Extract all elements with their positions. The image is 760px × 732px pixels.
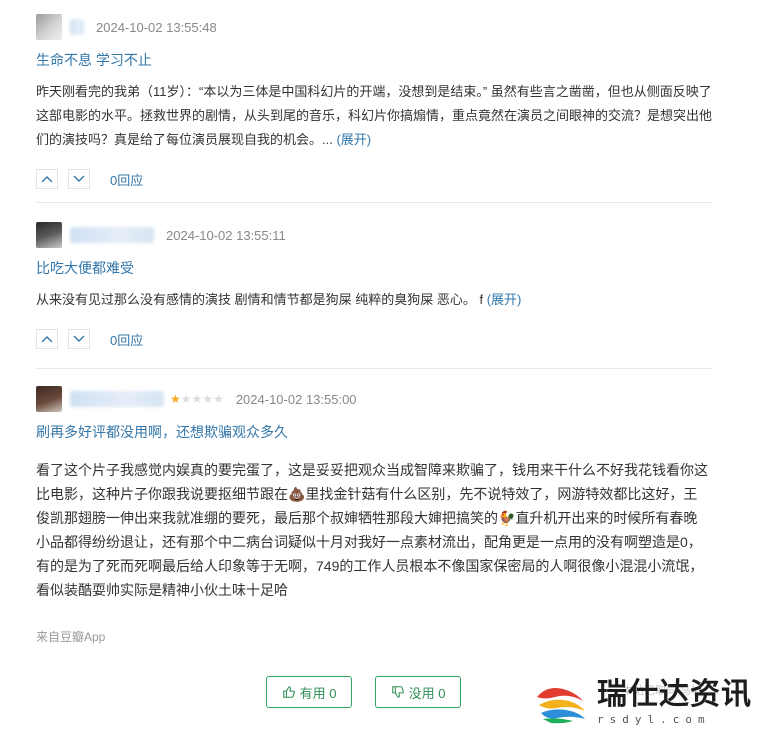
review-text: 从来没有见过那么没有感情的演技 剧情和情节都是狗屎 纯粹的臭狗屎 恶心。 f (…	[36, 288, 712, 312]
review-header: 2024-10-02 13:55:11	[36, 222, 712, 248]
review-time: 2024-10-02 13:55:48	[96, 19, 217, 35]
watermark-text: 瑞仕达资讯 rsdyl.com	[597, 677, 752, 727]
expand-link[interactable]: (展开)	[336, 132, 371, 147]
vote-row: 0回应	[36, 168, 712, 190]
star-empty-icon: ★	[191, 392, 203, 406]
review-line: 看似装酷耍帅实际是精神小伙土味十足哈	[36, 582, 288, 598]
review-2: 2024-10-02 13:55:11 比吃大便都难受 从来没有见过那么没有感情…	[36, 222, 712, 350]
useless-label: 没用 0	[408, 685, 446, 701]
useful-label: 有用 0	[299, 685, 337, 701]
avatar[interactable]	[36, 222, 62, 248]
divider	[36, 202, 712, 203]
review-line: 有的是为了死而死啊最后给人印象等于无啊，749的工作人员根本不像国家保密局的人啊…	[36, 558, 704, 574]
downvote-arrow-icon	[73, 175, 85, 182]
review-3: ★★★★★ 2024-10-02 13:55:00 刷再多好评都没用啊，还想欺骗…	[36, 386, 712, 602]
star-empty-icon: ★	[213, 392, 224, 406]
review-1: 2024-10-02 13:55:48 生命不息 学习不止 昨天刚看完的我弟（1…	[36, 14, 712, 190]
username-blurred[interactable]	[70, 227, 154, 243]
useful-button[interactable]: 有用 0	[266, 676, 352, 708]
review-text: 昨天刚看完的我弟（11岁）：“本以为三体是中国科幻片的开端，没想到是结束。” 虽…	[36, 80, 712, 152]
star-empty-icon: ★	[180, 392, 192, 406]
avatar[interactable]	[36, 386, 62, 412]
review-line: 比电影，这种片子你跟我说要抠细节跟在💩里找金针菇有什么区别，先不说特效了，网游特…	[36, 486, 698, 502]
avatar[interactable]	[36, 14, 62, 40]
rating-stars: ★★★★★	[170, 392, 224, 406]
upvote-arrow-icon	[41, 336, 53, 343]
star-empty-icon: ★	[202, 392, 214, 406]
watermark-logo-icon	[537, 687, 585, 723]
downvote-arrow-icon	[73, 335, 85, 342]
review-line: 小品都得纷纷退让，还有那个中二病台词疑似十月对我好一点素材流出，配角更是一点用的…	[36, 534, 702, 550]
review-text: 看了这个片子我感觉内娱真的要完蛋了，这是妥妥把观众当成智障来欺骗了，钱用来干什么…	[36, 458, 712, 602]
review-header: 2024-10-02 13:55:48	[36, 14, 712, 40]
useless-button[interactable]: 没用 0	[375, 676, 461, 708]
username-blurred[interactable]	[70, 391, 164, 407]
review-title[interactable]: 生命不息 学习不止	[36, 50, 712, 70]
upvote-button[interactable]	[36, 329, 58, 349]
reply-count[interactable]: 0回应	[110, 330, 143, 349]
review-line: 看了这个片子我感觉内娱真的要完蛋了，这是妥妥把观众当成智障来欺骗了，钱用来干什么…	[36, 462, 708, 478]
source-label: 来自豆瓣App	[36, 630, 106, 644]
review-title[interactable]: 比吃大便都难受	[36, 258, 712, 278]
username-blurred[interactable]	[70, 19, 84, 35]
review-body: 从来没有见过那么没有感情的演技 剧情和情节都是狗屎 纯粹的臭狗屎 恶心。 f	[36, 292, 484, 307]
review-time: 2024-10-02 13:55:11	[166, 227, 286, 243]
review-time: 2024-10-02 13:55:00	[235, 391, 357, 407]
review-title[interactable]: 刷再多好评都没用啊，还想欺骗观众多久	[36, 422, 712, 442]
watermark-sub: rsdyl.com	[597, 713, 711, 726]
review-header: ★★★★★ 2024-10-02 13:55:00	[36, 386, 712, 412]
watermark-main: 瑞仕达资讯	[597, 677, 752, 712]
star-filled-icon: ★	[170, 392, 181, 406]
expand-link[interactable]: (展开)	[487, 292, 522, 307]
thumbs-up-icon	[282, 686, 295, 698]
vote-row: 0回应	[36, 328, 712, 350]
review-line: 俊凯那翅膀一伸出来我就准绷的要死，最后那个叔婶牺牲那段大婶把搞笑的🐓直升机开出来…	[36, 510, 698, 526]
upvote-arrow-icon	[41, 176, 53, 183]
review-body: 昨天刚看完的我弟（11岁）：“本以为三体是中国科幻片的开端，没想到是结束。” 虽…	[36, 84, 713, 147]
thumbs-down-icon	[391, 686, 404, 698]
reply-count[interactable]: 0回应	[110, 170, 143, 189]
downvote-button[interactable]	[68, 329, 90, 349]
upvote-button[interactable]	[36, 169, 58, 189]
downvote-button[interactable]	[68, 169, 90, 189]
site-watermark: 瑞仕达资讯 rsdyl.com	[533, 679, 752, 726]
divider	[36, 368, 712, 369]
